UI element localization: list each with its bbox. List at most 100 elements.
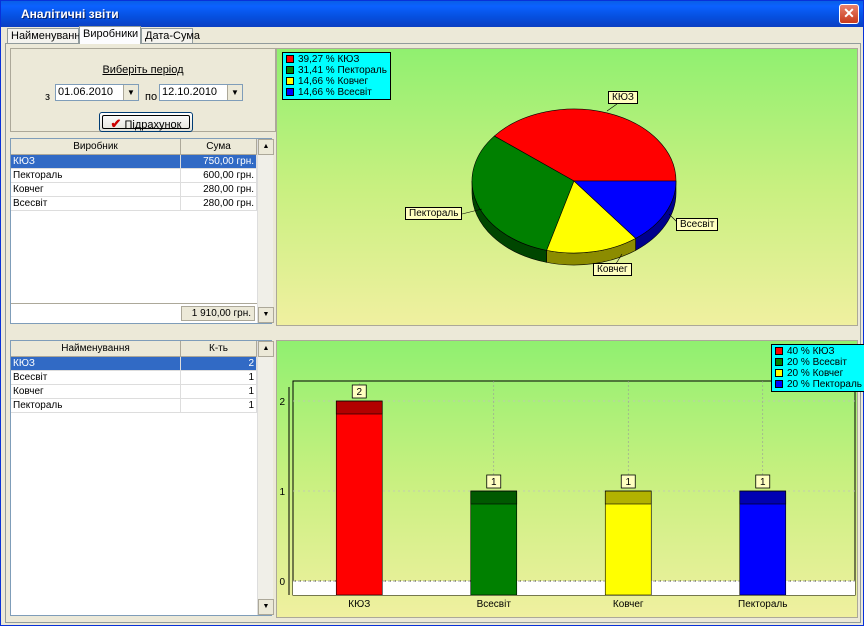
- legend-label: 40 % КЮЗ: [787, 346, 835, 357]
- table-row[interactable]: Всесвіт 1: [11, 371, 257, 385]
- producer-cell-value: 280,00 грн.: [181, 197, 257, 211]
- name-cell-value: 1: [181, 385, 257, 399]
- tab-date-sum[interactable]: Дата-Сума: [141, 28, 200, 43]
- legend-swatch: [775, 380, 783, 388]
- pie-legend-item: 31,41 % Пектораль: [286, 65, 387, 76]
- table-row[interactable]: Пектораль 600,00 грн.: [11, 169, 257, 183]
- bar-top: [335, 400, 383, 415]
- analytics-window: Аналітичні звіти ✕ Найменування Виробник…: [0, 0, 864, 626]
- scroll-up-icon[interactable]: ▲: [258, 139, 274, 155]
- legend-label: 20 % Пектораль: [787, 379, 863, 390]
- legend-swatch: [286, 55, 294, 63]
- scroll-up-icon[interactable]: ▲: [258, 341, 274, 357]
- calculate-button[interactable]: ✔ Підрахунок: [99, 112, 193, 132]
- name-cell-name: Ковчег: [11, 385, 181, 399]
- x-tick-label: Всесвіт: [477, 599, 512, 610]
- name-cell-name: Всесвіт: [11, 371, 181, 385]
- legend-label: 20 % Ковчег: [787, 368, 844, 379]
- period-panel: Виберіть період з 01.06.2010 ▼ по 12.10.…: [10, 48, 276, 132]
- pie-label-kyuz: КЮЗ: [608, 91, 638, 104]
- x-tick-label: КЮЗ: [348, 599, 370, 610]
- scroll-down-icon[interactable]: ▼: [258, 599, 274, 615]
- pie-legend: 39,27 % КЮЗ 31,41 % Пектораль 14,66 % Ковч…: [282, 52, 391, 100]
- pie-leader-line: [606, 103, 618, 112]
- producer-cell-name: КЮЗ: [11, 155, 181, 169]
- bar-legend: 40 % КЮЗ 20 % Всесвіт 20 % Ковчег 20 % Пект…: [771, 344, 864, 392]
- col-header-producer[interactable]: Виробник: [11, 139, 181, 155]
- name-cell-name: Пектораль: [11, 399, 181, 413]
- y-tick-label: 1: [279, 487, 285, 498]
- tab-names[interactable]: Найменування: [7, 28, 86, 43]
- calculate-label: Підрахунок: [124, 119, 182, 131]
- producer-cell-name: Всесвіт: [11, 197, 181, 211]
- legend-swatch: [775, 347, 783, 355]
- table-row[interactable]: Ковчег 1: [11, 385, 257, 399]
- bar-legend-item: 20 % Пектораль: [775, 379, 862, 390]
- to-date-value: 12.10.2010: [162, 86, 218, 98]
- y-tick-label: 2: [279, 397, 285, 408]
- close-button[interactable]: ✕: [839, 4, 859, 24]
- period-title: Виберіть період: [102, 64, 184, 76]
- table-row[interactable]: Всесвіт 280,00 грн.: [11, 197, 257, 211]
- data-label: 1: [760, 477, 766, 488]
- name-cell-value: 1: [181, 399, 257, 413]
- data-label: 2: [356, 387, 362, 398]
- from-date-value: 01.06.2010: [58, 86, 114, 98]
- legend-swatch: [286, 66, 294, 74]
- col-header-sum[interactable]: Сума: [181, 139, 257, 155]
- name-cell-value: 1: [181, 371, 257, 385]
- from-date-combo[interactable]: 01.06.2010 ▼: [55, 84, 139, 101]
- bar: [335, 400, 383, 596]
- bar-top: [739, 490, 787, 505]
- producers-total: 1 910,00 грн.: [181, 306, 255, 321]
- scroll-down-icon[interactable]: ▼: [258, 307, 274, 323]
- bar: [470, 490, 518, 596]
- legend-label: 14,66 % Всесвіт: [298, 87, 372, 98]
- window-title: Аналітичні звіти: [21, 7, 119, 21]
- producers-scrollbar[interactable]: ▲ ▼: [257, 139, 274, 323]
- x-tick-label: Ковчег: [613, 599, 644, 610]
- legend-label: 31,41 % Пектораль: [298, 65, 387, 76]
- bar-legend-item: 40 % КЮЗ: [775, 346, 862, 357]
- pie-legend-item: 39,27 % КЮЗ: [286, 54, 387, 65]
- names-grid[interactable]: Найменування К-ть КЮЗ 2 Всесвіт 1 Ковчег 1 Пек…: [10, 340, 274, 616]
- pie-legend-item: 14,66 % Ковчег: [286, 76, 387, 87]
- producers-total-bar: 1 910,00 грн.: [11, 303, 257, 323]
- producer-cell-value: 750,00 грн.: [181, 155, 257, 169]
- to-label: по: [145, 91, 158, 103]
- chevron-down-icon[interactable]: ▼: [123, 85, 138, 100]
- data-label: 1: [491, 477, 497, 488]
- data-label: 1: [625, 477, 631, 488]
- pie-label-kovcheg: Ковчег: [593, 263, 632, 276]
- table-row[interactable]: КЮЗ 750,00 грн.: [11, 155, 257, 169]
- pie-chart-panel: 39,27 % КЮЗ 31,41 % Пектораль 14,66 % Ковч…: [276, 48, 858, 326]
- producer-cell-name: Пектораль: [11, 169, 181, 183]
- legend-label: 14,66 % Ковчег: [298, 76, 369, 87]
- bar-chart-panel: 0 1 2 2 КЮЗ 1 Всесвіт 1 Ковчег 1 Пектораль 40 % КЮ…: [276, 340, 864, 618]
- table-row[interactable]: Ковчег 280,00 грн.: [11, 183, 257, 197]
- producer-cell-name: Ковчег: [11, 183, 181, 197]
- col-header-qty[interactable]: К-ть: [181, 341, 257, 357]
- to-date-combo[interactable]: 12.10.2010 ▼: [159, 84, 243, 101]
- name-cell-name: КЮЗ: [11, 357, 181, 371]
- bar-top: [604, 490, 652, 505]
- table-row[interactable]: КЮЗ 2: [11, 357, 257, 371]
- tab-producers[interactable]: Виробники: [79, 26, 141, 44]
- checkmark-icon: ✔: [110, 116, 122, 131]
- producer-cell-value: 280,00 грн.: [181, 183, 257, 197]
- legend-label: 20 % Всесвіт: [787, 357, 847, 368]
- names-scrollbar[interactable]: ▲ ▼: [257, 341, 274, 615]
- pie-label-vsesvit: Всесвіт: [676, 218, 719, 231]
- from-label: з: [45, 91, 51, 103]
- chevron-down-icon[interactable]: ▼: [227, 85, 242, 100]
- legend-swatch: [775, 369, 783, 377]
- bar-chart: 0 1 2 2 КЮЗ 1 Всесвіт 1 Ковчег 1 Пектораль: [279, 380, 856, 610]
- bar: [604, 490, 652, 596]
- legend-swatch: [775, 358, 783, 366]
- table-row[interactable]: Пектораль 1: [11, 399, 257, 413]
- bar: [739, 490, 787, 596]
- legend-swatch: [286, 88, 294, 96]
- col-header-name[interactable]: Найменування: [11, 341, 181, 357]
- producers-grid[interactable]: Виробник Сума КЮЗ 750,00 грн. Пектораль 600…: [10, 138, 274, 324]
- title-bar[interactable]: Аналітичні звіти ✕: [1, 1, 863, 27]
